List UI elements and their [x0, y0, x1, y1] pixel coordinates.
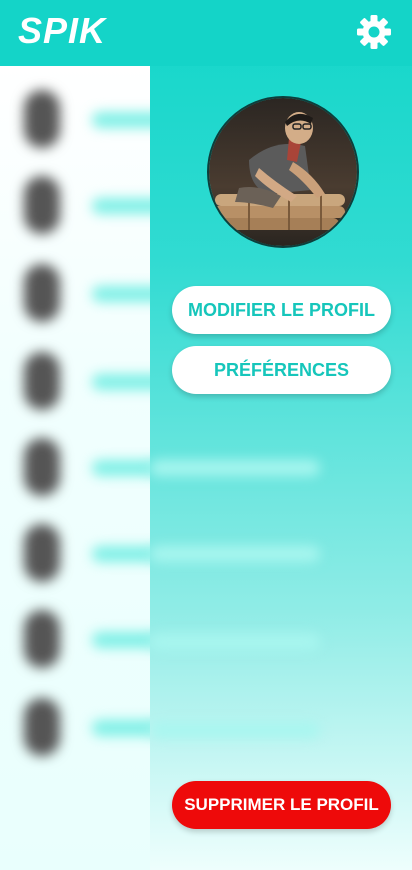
edit-profile-button[interactable]: MODIFIER LE PROFIL: [172, 286, 391, 334]
avatar: [24, 610, 60, 668]
preferences-button[interactable]: PRÉFÉRENCES: [172, 346, 391, 394]
blurred-contact-list: [0, 66, 150, 870]
list-item: [0, 264, 150, 324]
gear-icon[interactable]: [356, 14, 392, 50]
list-item-text: [92, 374, 150, 390]
list-item: [0, 524, 150, 584]
delete-profile-button[interactable]: SUPPRIMER LE PROFIL: [172, 781, 391, 829]
blur-streak: [150, 634, 320, 650]
app-header: SPIK: [0, 0, 412, 66]
list-item-text: [92, 720, 150, 736]
list-item: [0, 438, 150, 498]
list-item-text: [92, 632, 150, 648]
list-item-text: [92, 198, 150, 214]
avatar: [24, 438, 60, 496]
list-item: [0, 698, 150, 758]
list-item-text: [92, 112, 150, 128]
avatar: [24, 352, 60, 410]
list-item-text: [92, 546, 150, 562]
list-item-text: [92, 286, 150, 302]
avatar: [24, 698, 60, 756]
avatar: [24, 524, 60, 582]
list-item: [0, 610, 150, 670]
list-item-text: [92, 460, 150, 476]
avatar: [24, 264, 60, 322]
blur-streak: [150, 546, 320, 562]
app-logo: SPIK: [18, 10, 107, 51]
list-item: [0, 90, 150, 150]
blur-streak: [150, 722, 320, 738]
list-item: [0, 352, 150, 412]
blur-streak: [150, 460, 320, 476]
avatar: [24, 90, 60, 148]
avatar: [24, 176, 60, 234]
list-item: [0, 176, 150, 236]
profile-photo[interactable]: [207, 96, 359, 248]
